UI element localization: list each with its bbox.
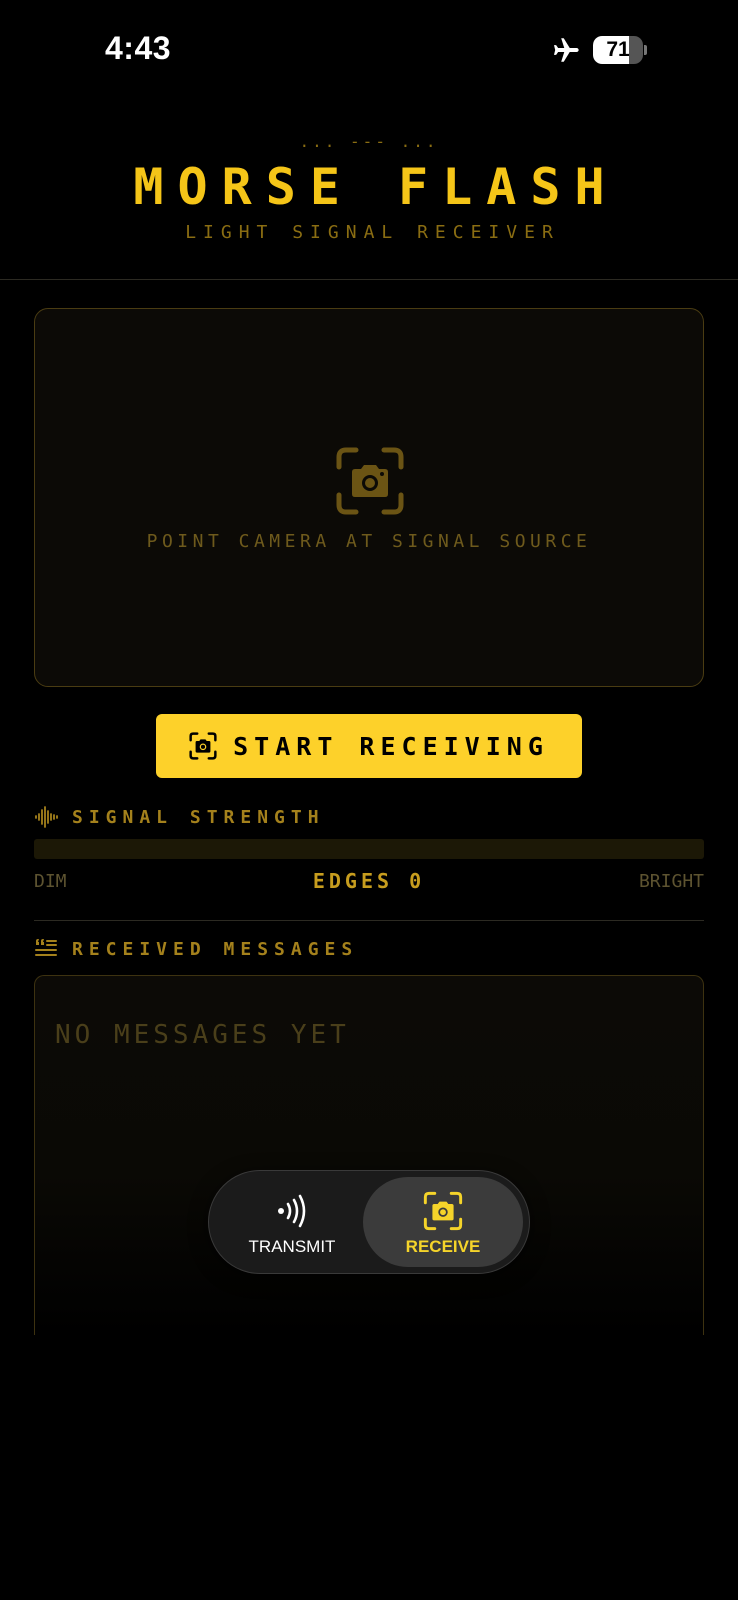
messages-list[interactable]: NO MESSAGES YET [34,975,704,1335]
camera-hint: POINT CAMERA AT SIGNAL SOURCE [146,531,592,552]
signal-strength-label: SIGNAL STRENGTH [72,806,325,828]
app-title: MORSE FLASH [133,158,619,216]
camera-viewfinder-icon [336,447,404,515]
header-divider [0,279,738,280]
battery-percent: 71 [606,38,630,61]
broadcast-icon [278,1194,306,1228]
battery-icon: 71 [593,36,647,64]
camera-preview: POINT CAMERA AT SIGNAL SOURCE [34,308,704,687]
camera-viewfinder-icon [423,1191,463,1231]
signal-strength-header: SIGNAL STRENGTH [34,805,325,829]
airplane-icon [554,38,579,62]
messages-empty-state: NO MESSAGES YET [55,1020,350,1050]
start-receiving-label: START RECEIVING [233,731,549,761]
tab-transmit-label: TRANSMIT [248,1237,336,1256]
app-subtitle: LIGHT SIGNAL RECEIVER [185,222,560,243]
tab-bar: TRANSMIT RECEIVE [208,1170,530,1274]
start-receiving-button[interactable]: START RECEIVING [156,714,582,778]
received-messages-header: RECEIVED MESSAGES [34,937,358,961]
tab-receive-label: RECEIVE [405,1237,481,1256]
tab-receive[interactable]: RECEIVE [363,1177,523,1267]
received-messages-label: RECEIVED MESSAGES [72,938,359,960]
signal-bright-label: BRIGHT [638,871,704,892]
morse-ornament: ... --- ... [299,132,439,151]
app-header: ... --- ... MORSE FLASH LIGHT SIGNAL REC… [0,130,738,246]
edges-count: EDGES 0 [312,869,426,893]
status-time: 4:43 [105,30,172,66]
status-bar: 4:43 71 [0,0,738,100]
camera-viewfinder-icon [189,732,217,760]
section-divider [34,920,704,921]
quote-list-icon [35,939,57,956]
waveform-icon [35,806,58,828]
signal-strength-meter [34,839,704,859]
tab-transmit[interactable]: TRANSMIT [217,1177,367,1267]
